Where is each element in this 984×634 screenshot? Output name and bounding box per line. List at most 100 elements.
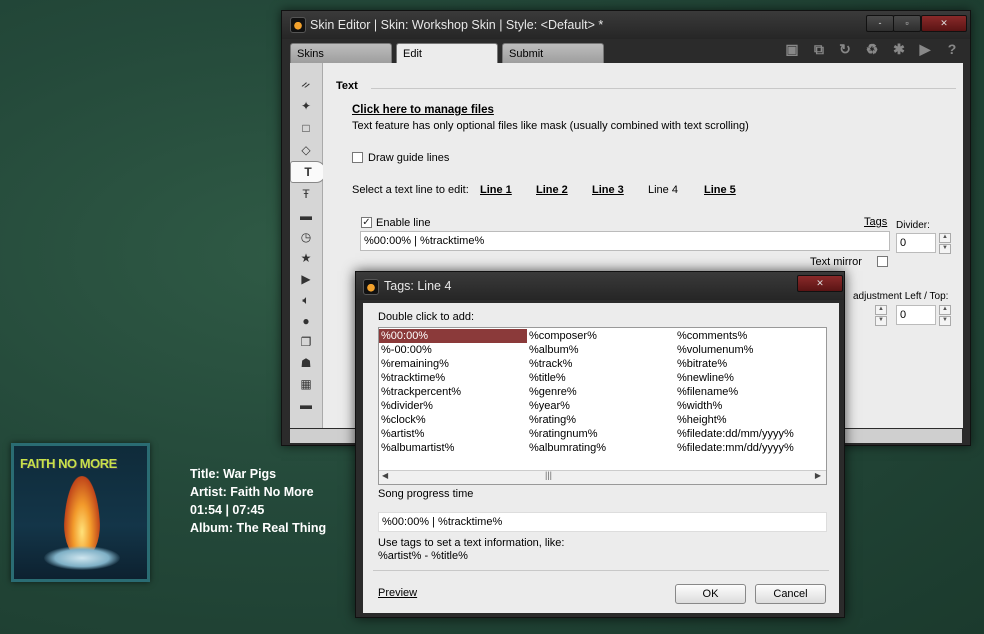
app-icon xyxy=(290,17,306,33)
draw-guide-label: Draw guide lines xyxy=(368,152,450,164)
volume-icon[interactable]: 🔈︎ xyxy=(298,293,314,307)
text-icon[interactable]: T xyxy=(290,161,326,183)
settings-icon[interactable]: ✱ xyxy=(891,41,907,57)
tag-item[interactable]: %newline% xyxy=(677,371,734,385)
text-style-icon[interactable]: Ŧ xyxy=(298,187,314,201)
close-button[interactable]: ✕ xyxy=(921,15,967,32)
tag-item[interactable]: %width% xyxy=(677,399,722,413)
tags-dialog: Tags: Line 4 ✕ Double click to add: %00:… xyxy=(355,271,845,618)
tag-item[interactable]: %track% xyxy=(529,357,572,371)
section-divider xyxy=(371,88,956,89)
tag-item[interactable]: %-00:00% xyxy=(381,343,432,357)
divider-spinner[interactable]: ▲ ▼ xyxy=(939,233,951,254)
selected-tag-description: Song progress time xyxy=(378,488,474,500)
recycle-icon[interactable]: ♻ xyxy=(864,41,880,57)
tag-item[interactable]: %rating% xyxy=(529,413,576,427)
tag-item[interactable]: %filedate:dd/mm/yyyy% xyxy=(677,427,794,441)
grid-icon[interactable]: ▦ xyxy=(298,377,314,391)
line-4-current[interactable]: Line 4 xyxy=(648,184,678,196)
tag-item[interactable]: %albumartist% xyxy=(381,441,454,455)
cancel-button[interactable]: Cancel xyxy=(755,584,826,604)
frame-icon[interactable]: □ xyxy=(298,121,314,135)
enable-line-checkbox[interactable]: ✓ xyxy=(361,217,372,228)
adjust-left-spinner[interactable]: ▲ ▼ xyxy=(875,305,887,326)
tag-item[interactable]: %clock% xyxy=(381,413,426,427)
scroll-right-icon[interactable]: ▶ xyxy=(815,471,821,480)
tag-item[interactable]: %remaining% xyxy=(381,357,449,371)
tag-item[interactable]: %albumrating% xyxy=(529,441,606,455)
line-5-link[interactable]: Line 5 xyxy=(704,184,736,196)
clock-icon[interactable]: ◷ xyxy=(298,230,314,244)
progress-icon[interactable]: ▬ xyxy=(298,209,314,223)
tag-item[interactable]: %composer% xyxy=(529,329,597,343)
text-feature-description: Text feature has only optional files lik… xyxy=(352,120,749,132)
track-time: 01:54 | 07:45 xyxy=(190,503,265,517)
line-text-field[interactable]: %00:00% | %tracktime% xyxy=(360,231,890,251)
dialog-titlebar[interactable]: Tags: Line 4 xyxy=(356,272,844,300)
select-line-label: Select a text line to edit: xyxy=(352,184,469,196)
play-control-icon[interactable]: ▶ xyxy=(298,272,314,286)
preview-link[interactable]: Preview xyxy=(378,587,417,599)
cover-icon[interactable]: ☗ xyxy=(298,356,314,370)
dialog-close-button[interactable]: ✕ xyxy=(797,275,843,292)
maximize-button[interactable]: ▫ xyxy=(893,15,921,32)
tag-item[interactable]: %album% xyxy=(529,343,579,357)
line-icon[interactable]: ▬ xyxy=(298,398,314,412)
tag-item[interactable]: %ratingnum% xyxy=(529,427,597,441)
tag-list[interactable]: %00:00% %-00:00% %remaining% %tracktime% %tr… xyxy=(378,327,827,485)
section-title: Text xyxy=(336,80,358,92)
chat-icon[interactable]: ● xyxy=(298,314,314,328)
tab-edit[interactable]: Edit xyxy=(396,43,498,65)
album-art-band-text: FAITH NO MORE xyxy=(20,456,117,471)
tags-link[interactable]: Tags xyxy=(864,216,887,228)
line-3-link[interactable]: Line 3 xyxy=(592,184,624,196)
hint-line-1: Use tags to set a text information, like… xyxy=(378,537,565,549)
instruction-label: Double click to add: xyxy=(378,311,474,323)
track-title: Title: War Pigs xyxy=(190,467,277,481)
tag-item[interactable]: %filedate:mm/dd/yyyy% xyxy=(677,441,794,455)
undo-icon[interactable]: ↻ xyxy=(837,41,853,57)
copy-icon[interactable]: ⧉ xyxy=(811,41,827,57)
line-1-link[interactable]: Line 1 xyxy=(480,184,512,196)
save-icon[interactable]: ▣ xyxy=(784,41,800,57)
tag-item[interactable]: %genre% xyxy=(529,385,577,399)
tag-item[interactable]: %title% xyxy=(529,371,566,385)
text-mirror-checkbox[interactable] xyxy=(877,256,888,267)
star-icon[interactable]: ★ xyxy=(298,251,314,265)
tab-skins[interactable]: Skins xyxy=(290,43,392,63)
tag-value-field[interactable]: %00:00% | %tracktime% xyxy=(378,512,827,532)
enable-line-label: Enable line xyxy=(376,217,431,229)
help-icon[interactable]: ? xyxy=(944,41,960,57)
line-2-link[interactable]: Line 2 xyxy=(536,184,568,196)
scroll-thumb-grip[interactable]: ||| xyxy=(545,470,552,480)
adjust-top-spinner[interactable]: ▲ ▼ xyxy=(939,305,951,326)
draw-guide-checkbox[interactable] xyxy=(352,152,363,163)
spectrum-icon[interactable]: ᨀ xyxy=(298,77,314,91)
tag-item[interactable]: %filename% xyxy=(677,385,738,399)
tab-submit[interactable]: Submit xyxy=(502,43,604,63)
shape-icon[interactable]: ◇ xyxy=(298,143,314,157)
tag-item[interactable]: %comments% xyxy=(677,329,747,343)
visual-icon[interactable]: ✦ xyxy=(298,99,314,113)
tag-item[interactable]: %artist% xyxy=(381,427,424,441)
window-icon[interactable]: ❐ xyxy=(298,335,314,349)
minimize-button[interactable]: - xyxy=(866,15,894,32)
hint-line-2: %artist% - %title% xyxy=(378,550,468,562)
divider-label: Divider: xyxy=(896,220,930,231)
tag-item[interactable]: %tracktime% xyxy=(381,371,445,385)
manage-files-link[interactable]: Click here to manage files xyxy=(352,104,494,116)
tag-item[interactable]: %bitrate% xyxy=(677,357,727,371)
divider-field[interactable]: 0 xyxy=(896,233,936,253)
scroll-left-icon[interactable]: ◀ xyxy=(382,471,388,480)
tag-item[interactable]: %year% xyxy=(529,399,570,413)
adjust-top-field[interactable]: 0 xyxy=(896,305,936,325)
ok-button[interactable]: OK xyxy=(675,584,746,604)
tag-item[interactable]: %divider% xyxy=(381,399,433,413)
tag-item[interactable]: %height% xyxy=(677,413,727,427)
tag-item[interactable]: %00:00% xyxy=(379,329,527,343)
tag-list-scrollbar[interactable]: ◀ ||| ▶ xyxy=(379,470,826,484)
tag-item[interactable]: %volumenum% xyxy=(677,343,753,357)
play-icon[interactable]: ▶ xyxy=(917,41,933,57)
tag-item[interactable]: %trackpercent% xyxy=(381,385,461,399)
album-art-splash xyxy=(44,546,120,570)
